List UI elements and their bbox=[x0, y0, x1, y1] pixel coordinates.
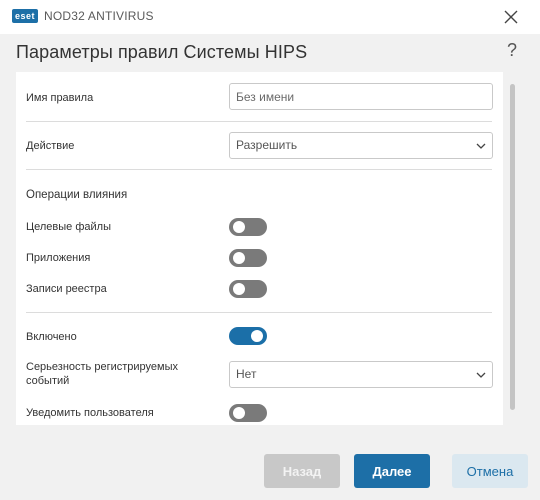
chevron-down-icon bbox=[476, 372, 486, 378]
app-logo: eset NOD32 ANTIVIRUS bbox=[12, 9, 154, 23]
chevron-down-icon bbox=[476, 143, 486, 149]
severity-select[interactable]: Нет bbox=[229, 361, 493, 388]
toggle-knob bbox=[233, 252, 245, 264]
window-titlebar: eset NOD32 ANTIVIRUS bbox=[0, 0, 540, 34]
toggle-knob bbox=[233, 221, 245, 233]
rule-name-input[interactable] bbox=[229, 83, 493, 110]
notify-user-toggle[interactable] bbox=[229, 404, 267, 422]
divider bbox=[26, 169, 492, 170]
toggle-knob bbox=[233, 283, 245, 295]
action-selected-value: Разрешить bbox=[236, 138, 298, 152]
help-button[interactable]: ? bbox=[504, 40, 520, 62]
severity-label-line1: Серьезность регистрируемых bbox=[26, 361, 178, 373]
rule-name-label: Имя правила bbox=[26, 92, 94, 104]
cancel-button[interactable]: Отмена bbox=[452, 454, 528, 488]
notify-user-label: Уведомить пользователя bbox=[26, 407, 154, 419]
eset-logo: eset bbox=[12, 9, 39, 23]
target-files-label: Целевые файлы bbox=[26, 221, 111, 233]
close-icon bbox=[504, 10, 518, 24]
enabled-label: Включено bbox=[26, 331, 77, 343]
rule-settings-panel: Имя правила Действие Разрешить Операции … bbox=[16, 72, 503, 425]
registry-toggle[interactable] bbox=[229, 280, 267, 298]
page-title: Параметры правил Системы HIPS bbox=[16, 42, 308, 62]
back-button[interactable]: Назад bbox=[264, 454, 340, 488]
close-button[interactable] bbox=[498, 4, 524, 30]
severity-selected-value: Нет bbox=[236, 367, 257, 381]
registry-label: Записи реестра bbox=[26, 283, 107, 295]
operations-section-label: Операции влияния bbox=[26, 189, 128, 201]
product-name: NOD32 ANTIVIRUS bbox=[44, 9, 154, 23]
enabled-toggle[interactable] bbox=[229, 327, 267, 345]
applications-toggle[interactable] bbox=[229, 249, 267, 267]
action-select[interactable]: Разрешить bbox=[229, 132, 493, 159]
divider bbox=[26, 312, 492, 313]
panel-scrollbar[interactable] bbox=[510, 84, 515, 410]
divider bbox=[26, 121, 492, 122]
next-button[interactable]: Далее bbox=[354, 454, 430, 488]
applications-label: Приложения bbox=[26, 252, 91, 264]
toggle-knob bbox=[251, 330, 263, 342]
action-label: Действие bbox=[26, 140, 75, 152]
toggle-knob bbox=[233, 407, 245, 419]
target-files-toggle[interactable] bbox=[229, 218, 267, 236]
severity-label-line2: событий bbox=[26, 375, 70, 387]
